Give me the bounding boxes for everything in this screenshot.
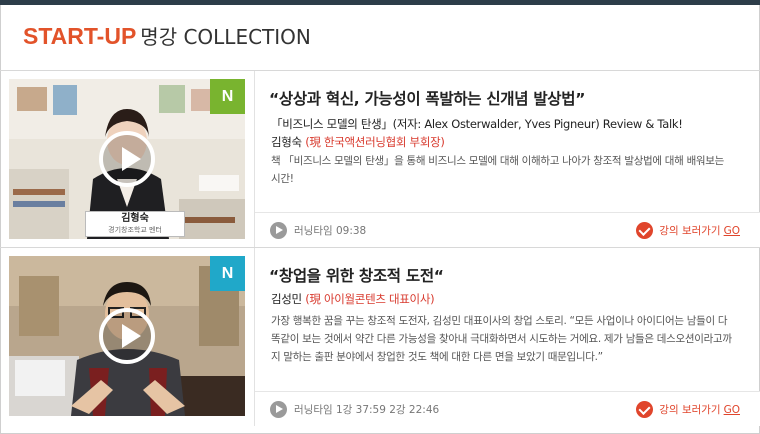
video-thumbnail[interactable]: N 김형숙 경기창조학교 멘터	[9, 79, 245, 239]
course-title[interactable]: “창업을 위한 창조적 도전“	[269, 264, 444, 286]
go-text[interactable]: GO	[724, 225, 740, 237]
section-title: START-UP 명강 COLLECTION	[23, 23, 311, 50]
course-footer: 러닝타임 1강 37:59 2강 22:46 강의 보러가기 GO	[255, 391, 760, 426]
watch-lecture-link[interactable]: 강의 보러가기 GO	[636, 222, 740, 239]
speaker-nametag: 김형숙 경기창조학교 멘터	[85, 211, 185, 237]
play-icon[interactable]	[99, 131, 155, 187]
course-description: 책 「비즈니스 모델의 탄생」을 통해 비즈니스 모델에 대해 이해하고 나아가…	[271, 155, 725, 185]
runtime-text: 러닝타임 09:38	[294, 225, 367, 237]
watch-label: 강의 보러가기	[659, 225, 721, 237]
check-icon	[636, 222, 654, 239]
instructor-line: 김성민 (現 아이월콘텐츠 대표이사)	[271, 291, 435, 307]
instructor-name: 김성민	[271, 292, 302, 306]
course-footer: 러닝타임 09:38 강의 보러가기 GO	[255, 212, 760, 247]
instructor-role: (現 한국액션러닝협회 부회장)	[305, 135, 445, 149]
collection-label: 명강 COLLECTION	[140, 25, 311, 49]
instructor-role: (現 아이월콘텐츠 대표이사)	[305, 292, 435, 306]
check-icon	[636, 401, 654, 418]
runtime-text: 러닝타임 1강 37:59 2강 22:46	[294, 404, 440, 416]
book-title: 「비즈니스 모델의 탄생」	[271, 117, 393, 131]
course-item: N “창업을 위한 창조적 도전“ 김성민 (現 아이월콘텐츠 대표이사) 가장…	[0, 248, 760, 426]
book-reference: 「비즈니스 모델의 탄생」(저자: Alex Osterwalder, Yves…	[271, 116, 683, 132]
watch-label: 강의 보러가기	[659, 404, 721, 416]
go-text[interactable]: GO	[724, 404, 740, 416]
nametag-name: 김형숙	[121, 213, 149, 224]
section-header: START-UP 명강 COLLECTION	[0, 5, 760, 71]
instructor-name: 김형숙	[271, 135, 302, 149]
course-item: N 김형숙 경기창조학교 멘터 “상상과 혁신, 가능성이 폭발하는 신개념 발…	[0, 71, 760, 248]
runtime-play-icon	[270, 222, 287, 239]
play-icon[interactable]	[99, 308, 155, 364]
course-title[interactable]: “상상과 혁신, 가능성이 폭발하는 신개념 발상법”	[269, 87, 585, 109]
instructor-line: 김형숙 (現 한국액션러닝협회 부회장)	[271, 134, 445, 150]
brand-label: START-UP	[23, 23, 137, 49]
book-detail: (저자: Alex Osterwalder, Yves Pigneur) Rev…	[392, 117, 683, 131]
course-content: “상상과 혁신, 가능성이 폭발하는 신개념 발상법” 「비즈니스 모델의 탄생…	[255, 71, 760, 247]
new-badge: N	[210, 79, 245, 114]
watch-lecture-link[interactable]: 강의 보러가기 GO	[636, 401, 740, 418]
nametag-role: 경기창조학교 멘터	[108, 226, 162, 234]
course-description: 가장 행복한 꿈을 꾸는 창조적 도전자, 김성민 대표이사의 창업 스토리. …	[271, 315, 732, 363]
runtime-play-icon	[270, 401, 287, 418]
course-content: “창업을 위한 창조적 도전“ 김성민 (現 아이월콘텐츠 대표이사) 가장 행…	[255, 248, 760, 426]
video-thumbnail[interactable]: N	[9, 256, 245, 416]
new-badge: N	[210, 256, 245, 291]
